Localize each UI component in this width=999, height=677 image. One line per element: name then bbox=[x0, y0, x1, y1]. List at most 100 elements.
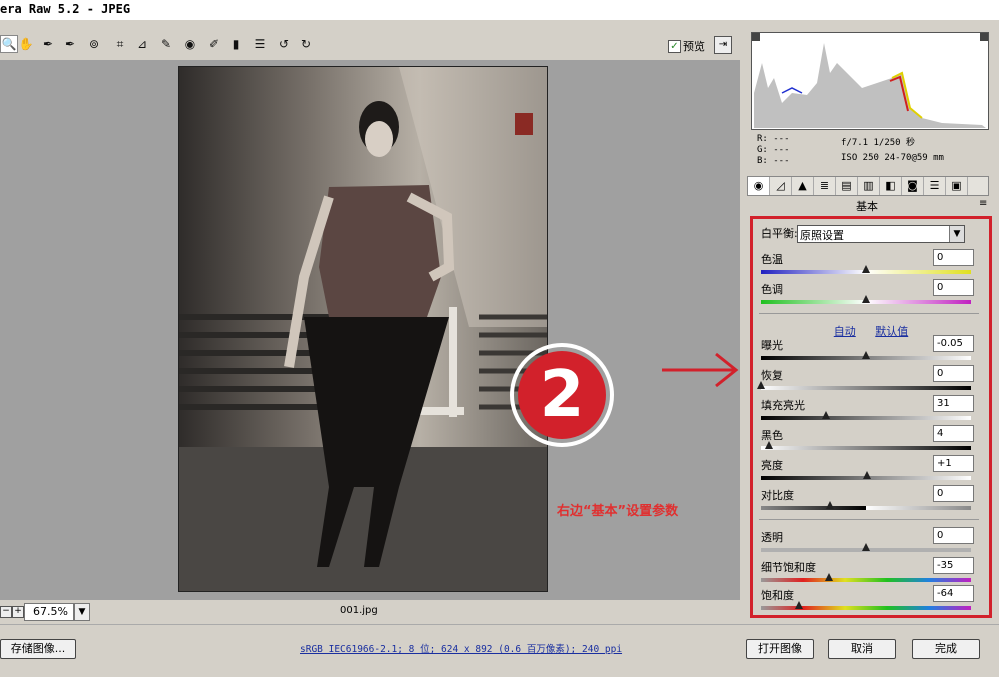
slider-track-contrast[interactable] bbox=[761, 501, 971, 510]
slider-track-temp[interactable] bbox=[761, 265, 971, 274]
slider-thumb-saturation[interactable] bbox=[794, 601, 803, 609]
tab-effects[interactable]: ◧ bbox=[880, 177, 902, 195]
workflow-options-link[interactable]: sRGB IEC61966-2.1; 8 位; 624 x 892 (0.6 百… bbox=[300, 641, 622, 655]
tab-basic[interactable]: ◉ bbox=[748, 177, 770, 195]
g-value: G: --- bbox=[757, 145, 790, 155]
preferences-icon[interactable]: ☰ bbox=[252, 36, 268, 52]
preview-checkbox[interactable]: ✓ bbox=[668, 39, 681, 53]
slider-row-brightness: 亮度 +1 bbox=[761, 455, 981, 485]
slider-track-fill[interactable] bbox=[761, 411, 971, 420]
slider-thumb-brightness[interactable] bbox=[863, 471, 872, 479]
image-canvas[interactable] bbox=[0, 60, 740, 600]
slider-track-blacks[interactable] bbox=[761, 441, 971, 450]
adjustment-brush-icon[interactable]: ✐ bbox=[206, 36, 222, 52]
divider bbox=[759, 519, 979, 520]
slider-label-temp: 色温 bbox=[761, 253, 783, 266]
slider-track-recovery[interactable] bbox=[757, 381, 971, 390]
tab-detail[interactable]: ▲ bbox=[792, 177, 814, 195]
target-adjust-icon[interactable]: ⊚ bbox=[86, 36, 102, 52]
tab-camera-calibration[interactable]: ◙ bbox=[902, 177, 924, 195]
slider-thumb-tint[interactable] bbox=[862, 295, 870, 303]
slider-value-tint[interactable]: 0 bbox=[933, 279, 974, 296]
slider-row-clarity: 透明 0 bbox=[761, 527, 981, 557]
white-balance-select[interactable]: 原照设置 ▼ bbox=[797, 225, 965, 243]
hand-icon[interactable]: ✋ bbox=[18, 36, 34, 52]
slider-track-brightness[interactable] bbox=[761, 471, 971, 480]
slider-track-vibrance[interactable] bbox=[761, 573, 971, 582]
done-button[interactable]: 完成 bbox=[912, 639, 980, 659]
fullscreen-icon[interactable]: ⇥ bbox=[714, 36, 732, 54]
slider-thumb-blacks[interactable] bbox=[765, 441, 774, 449]
red-eye-icon[interactable]: ◉ bbox=[182, 36, 198, 52]
title-bar: era Raw 5.2 - JPEG bbox=[0, 0, 999, 20]
slider-label-brightness: 亮度 bbox=[761, 459, 783, 472]
slider-value-clarity[interactable]: 0 bbox=[933, 527, 974, 544]
slider-value-recovery[interactable]: 0 bbox=[933, 365, 974, 382]
slider-value-exposure[interactable]: -0.05 bbox=[933, 335, 974, 352]
zoom-out-button[interactable]: − bbox=[0, 606, 12, 618]
save-image-button[interactable]: 存储图像... bbox=[0, 639, 76, 659]
tab-split-toning[interactable]: ▤ bbox=[836, 177, 858, 195]
straighten-icon[interactable]: ⊿ bbox=[134, 36, 150, 52]
slider-value-fill[interactable]: 31 bbox=[933, 395, 974, 412]
slider-track-clarity[interactable] bbox=[761, 543, 971, 552]
zoom-icon[interactable]: 🔍 bbox=[0, 35, 18, 53]
tab-lens[interactable]: ▥ bbox=[858, 177, 880, 195]
r-value: R: --- bbox=[757, 134, 790, 144]
slider-label-saturation: 饱和度 bbox=[761, 589, 794, 602]
basic-panel: 白平衡: 原照设置 ▼ 色温 0 色调 0 自动 默认值 曝光 -0.05 恢复… bbox=[750, 216, 992, 618]
slider-value-blacks[interactable]: 4 bbox=[933, 425, 974, 442]
slider-value-contrast[interactable]: 0 bbox=[933, 485, 974, 502]
white-balance-icon[interactable]: ✒ bbox=[40, 36, 56, 52]
slider-row-contrast: 对比度 0 bbox=[761, 485, 981, 515]
graduated-filter-icon[interactable]: ▮ bbox=[228, 36, 244, 52]
slider-thumb-clarity[interactable] bbox=[862, 543, 870, 551]
tab-presets[interactable]: ☰ bbox=[924, 177, 946, 195]
file-name: 001.jpg bbox=[340, 605, 378, 616]
slider-label-clarity: 透明 bbox=[761, 531, 783, 544]
slider-thumb-fill[interactable] bbox=[822, 411, 831, 419]
slider-track-tint[interactable] bbox=[761, 295, 971, 304]
slider-thumb-recovery[interactable] bbox=[757, 381, 765, 389]
slider-value-saturation[interactable]: -64 bbox=[933, 585, 974, 602]
preview-toggle[interactable]: ✓ 预览 bbox=[668, 38, 705, 54]
slider-label-exposure: 曝光 bbox=[761, 339, 783, 352]
slider-thumb-exposure[interactable] bbox=[862, 351, 870, 359]
slider-value-vibrance[interactable]: -35 bbox=[933, 557, 974, 574]
chevron-down-icon[interactable]: ▼ bbox=[949, 226, 964, 242]
panel-menu-icon[interactable]: ≡ bbox=[979, 198, 987, 209]
white-balance-label: 白平衡: bbox=[761, 227, 798, 240]
zoom-level-field[interactable]: 67.5% bbox=[24, 603, 74, 621]
open-image-button[interactable]: 打开图像 bbox=[746, 639, 814, 659]
slider-row-temp: 色温 0 bbox=[761, 249, 981, 279]
chevron-down-icon[interactable]: ▼ bbox=[74, 603, 90, 621]
tab-snapshots[interactable]: ▣ bbox=[946, 177, 968, 195]
photo-content bbox=[179, 67, 547, 591]
annotation-arrow bbox=[662, 352, 739, 388]
color-sampler-icon[interactable]: ✒ bbox=[62, 36, 78, 52]
slider-track-saturation[interactable] bbox=[761, 601, 971, 610]
bottom-bar: 存储图像... sRGB IEC61966-2.1; 8 位; 624 x 89… bbox=[0, 624, 999, 677]
slider-track-exposure[interactable] bbox=[761, 351, 971, 360]
right-panel: R: --- G: --- B: --- f/7.1 1/250 秒 ISO 2… bbox=[743, 28, 999, 624]
iso-lens: ISO 250 24-70@59 mm bbox=[841, 153, 944, 163]
rotate-right-icon[interactable]: ↻ bbox=[298, 36, 314, 52]
rotate-left-icon[interactable]: ↺ bbox=[276, 36, 292, 52]
tab-tone-curve[interactable]: ◿ bbox=[770, 177, 792, 195]
histogram-graph bbox=[752, 33, 988, 129]
slider-value-brightness[interactable]: +1 bbox=[933, 455, 974, 472]
exif-info: f/7.1 1/250 秒 ISO 250 24-70@59 mm bbox=[841, 136, 944, 166]
slider-thumb-contrast[interactable] bbox=[826, 501, 835, 509]
cancel-button[interactable]: 取消 bbox=[828, 639, 896, 659]
slider-thumb-vibrance[interactable] bbox=[825, 573, 834, 581]
tab-hsl[interactable]: ≣ bbox=[814, 177, 836, 195]
slider-thumb-temp[interactable] bbox=[862, 265, 870, 273]
slider-label-tint: 色调 bbox=[761, 283, 783, 296]
crop-icon[interactable]: ⌗ bbox=[112, 36, 128, 52]
photo-preview bbox=[178, 66, 548, 592]
retouch-icon[interactable]: ✎ bbox=[158, 36, 174, 52]
zoom-in-button[interactable]: + bbox=[12, 606, 24, 618]
slider-value-temp[interactable]: 0 bbox=[933, 249, 974, 266]
toolbar: 🔍 ✋ ✒ ✒ ⊚ ⌗ ⊿ ✎ ◉ ✐ ▮ ☰ ↺ ↻ ✓ 预览 ⇥ bbox=[0, 30, 740, 58]
rgb-readout: R: --- G: --- B: --- bbox=[757, 134, 790, 167]
